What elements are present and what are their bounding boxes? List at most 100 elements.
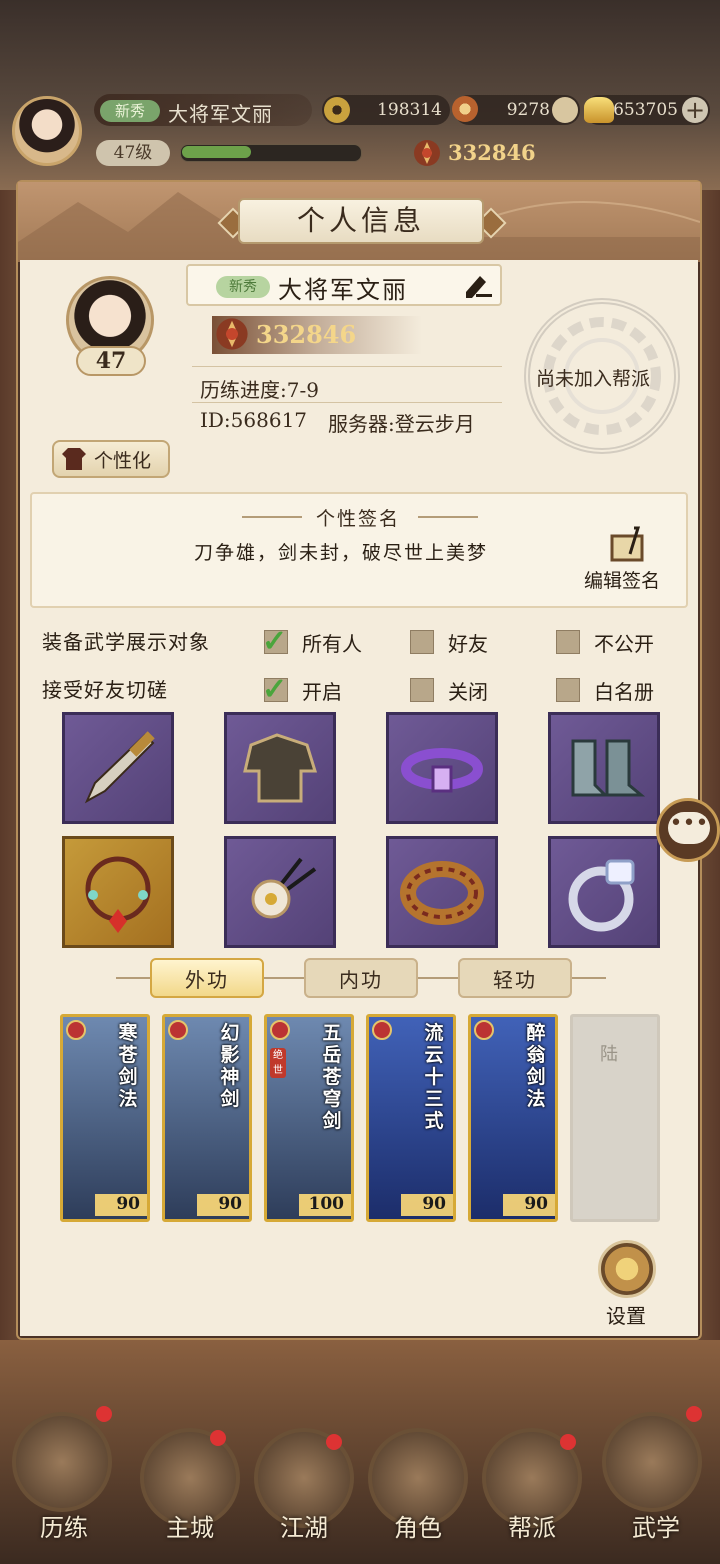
- equip-slot-bracer[interactable]: [386, 836, 498, 948]
- stamina-value: 9278: [506, 100, 550, 120]
- nav-training-label[interactable]: 历练: [4, 1508, 124, 1543]
- boots-icon: [571, 739, 646, 797]
- nav-jianghu-label[interactable]: 江湖: [244, 1508, 364, 1543]
- skill-name: 醉翁剑法: [526, 1022, 546, 1110]
- friend-duel-whitelist-label: 白名册: [594, 680, 654, 704]
- signature-title: 个性签名: [316, 508, 401, 530]
- friend-duel-off-checkbox[interactable]: [410, 678, 434, 702]
- equip-display-private-checkbox[interactable]: [556, 630, 580, 654]
- skill-level: 90: [422, 1194, 446, 1214]
- hud-level: 47级: [96, 140, 170, 166]
- skill-level: 90: [116, 1194, 140, 1214]
- skill-level: 90: [218, 1194, 242, 1214]
- profile-name: 大将军文丽: [278, 276, 408, 304]
- divider: [192, 366, 502, 367]
- guild-status: 尚未加入帮派: [536, 368, 651, 390]
- nav-martial-arts-icon[interactable]: [602, 1412, 702, 1512]
- gold-value: 653705: [613, 100, 678, 120]
- notification-dot: [210, 1430, 226, 1446]
- customize-label: 个性化: [94, 450, 152, 472]
- power-icon: [412, 138, 442, 168]
- gold-add-icon[interactable]: +: [682, 97, 708, 123]
- equip-slot-ring[interactable]: [548, 836, 660, 948]
- stamina-icon: [452, 96, 478, 122]
- hud-power-value: 332846: [448, 140, 536, 165]
- robe-icon: [60, 446, 88, 472]
- skill-level: 100: [308, 1194, 345, 1214]
- skill-rank-icon: [474, 1020, 494, 1040]
- dagger-icon: [84, 731, 155, 804]
- coin-value: 198314: [377, 100, 442, 120]
- settings-label[interactable]: 设置: [606, 1300, 646, 1329]
- empty-slot-label: 陆: [600, 1044, 618, 1065]
- xp-bar-fill: [182, 146, 251, 158]
- equip-display-friends-label: 好友: [448, 632, 488, 656]
- nav-training-icon[interactable]: [12, 1412, 112, 1512]
- friend-duel-whitelist-checkbox[interactable]: [556, 678, 580, 702]
- hairpin-icon: [251, 857, 317, 919]
- profile-level: 47: [76, 346, 146, 376]
- nav-guild-label[interactable]: 帮派: [472, 1508, 592, 1543]
- hud-avatar[interactable]: [12, 96, 82, 166]
- skill-rank-icon: [372, 1020, 392, 1040]
- hud-rank-badge: 新秀: [100, 100, 160, 122]
- skill-name: 五岳苍穹剑: [322, 1022, 342, 1132]
- skill-rank-icon: [168, 1020, 188, 1040]
- equip-slot-necklace[interactable]: [62, 836, 174, 948]
- checkmark-icon: ✓: [262, 672, 288, 707]
- equip-slot-belt[interactable]: [386, 712, 498, 824]
- equip-slot-weapon[interactable]: [62, 712, 174, 824]
- skill-rank-icon: [66, 1020, 86, 1040]
- divider: [418, 516, 478, 518]
- notification-dot: [96, 1406, 112, 1422]
- friend-duel-on-label: 开启: [302, 680, 342, 704]
- skill-name: 流云十三式: [424, 1022, 444, 1132]
- chat-bubble-icon: •••: [668, 812, 710, 844]
- notification-dot: [686, 1406, 702, 1422]
- tab-internal[interactable]: 内功: [304, 958, 418, 998]
- coin-icon: [324, 97, 350, 123]
- hud-player-name: 大将军文丽: [168, 102, 273, 126]
- tab-lightness[interactable]: 轻功: [458, 958, 572, 998]
- equip-slot-boots[interactable]: [548, 712, 660, 824]
- notification-dot: [560, 1434, 576, 1450]
- equip-display-friends-checkbox[interactable]: [410, 630, 434, 654]
- equip-display-private-label: 不公开: [594, 632, 654, 656]
- edit-signature-button[interactable]: 编辑签名: [584, 566, 660, 593]
- equip-display-all-label: 所有人: [302, 632, 362, 656]
- profile-power-value: 332846: [256, 320, 357, 349]
- divider: [242, 516, 302, 518]
- settings-yin-yang-icon[interactable]: [598, 1240, 656, 1298]
- rename-edit-icon[interactable]: [462, 272, 494, 300]
- skill-name: 幻影神剑: [220, 1022, 240, 1110]
- bracelet-icon: [85, 856, 151, 933]
- skill-rank-icon: [270, 1020, 290, 1040]
- profile-power-icon: [214, 316, 250, 352]
- friend-duel-off-label: 关闭: [448, 680, 488, 704]
- stamina-add-icon[interactable]: [552, 97, 578, 123]
- skill-name: 寒苍剑法: [118, 1022, 138, 1110]
- scroll-quill-icon[interactable]: [604, 526, 654, 566]
- panel-title: 个人信息: [238, 198, 484, 244]
- profile-rank-badge: 新秀: [216, 276, 270, 298]
- nav-city-label[interactable]: 主城: [130, 1508, 250, 1543]
- progress-text: 历练进度:7-9: [200, 378, 319, 402]
- notification-dot: [326, 1434, 342, 1450]
- skill-level: 90: [524, 1194, 548, 1214]
- equip-slot-armor[interactable]: [224, 712, 336, 824]
- peerless-tag: 绝世: [270, 1048, 286, 1078]
- robe-icon: [243, 733, 318, 803]
- friend-duel-label: 接受好友切磋: [42, 678, 168, 702]
- server-name: 服务器:登云步月: [328, 412, 475, 436]
- divider: [192, 402, 502, 403]
- equip-slot-hairpin[interactable]: [224, 836, 336, 948]
- tab-external[interactable]: 外功: [150, 958, 264, 998]
- nav-martial-arts-label[interactable]: 武学: [596, 1508, 716, 1543]
- signature-text: 刀争雄，剑未封，破尽世上美梦: [194, 542, 489, 564]
- checkmark-icon: ✓: [262, 624, 288, 659]
- ring-icon: [400, 861, 484, 925]
- belt-icon: [401, 748, 483, 793]
- nav-character-label[interactable]: 角色: [358, 1508, 478, 1543]
- gold-ingot-icon: [584, 97, 614, 123]
- player-id: ID:568617: [200, 408, 308, 432]
